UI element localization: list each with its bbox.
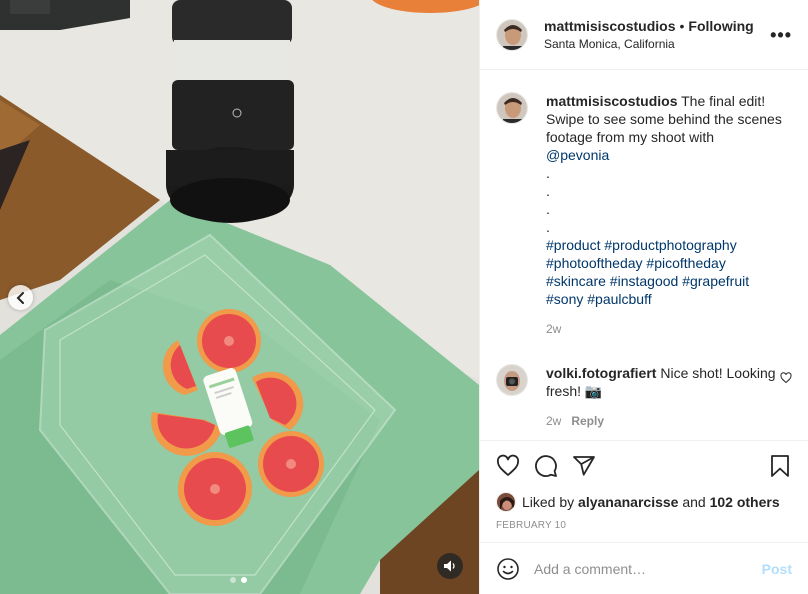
share-button[interactable] [572,454,596,478]
post-photo [0,0,479,594]
post-header-text: mattmisiscostudios • Following Santa Monic… [544,17,768,53]
caption-hashtags: #product #productphotography #photoofthe… [546,236,792,308]
comment-bubble-icon [535,454,557,477]
likes-others-link[interactable]: 102 others [710,494,780,510]
post-media[interactable] [0,0,479,594]
add-comment-bar: Post [480,542,808,594]
comment-meta: 2w Reply [546,412,780,430]
post-location[interactable]: Santa Monica, California [544,35,768,53]
caption-time[interactable]: 2w [546,320,561,338]
likes-middle: and [682,494,706,510]
liker-avatar[interactable] [496,492,516,512]
comment-time[interactable]: 2w [546,412,561,430]
carousel-dot-active [241,577,247,583]
carousel-prev-button[interactable] [8,285,33,310]
liker-username[interactable]: alyananarcisse [578,494,678,510]
reply-button[interactable]: Reply [571,412,604,430]
emoji-smile-icon [497,557,519,580]
bullet-separator: • [679,17,685,34]
avatar-image [497,19,527,50]
emoji-button[interactable] [496,557,520,581]
carousel-dot [230,577,236,583]
hashtag-line[interactable]: #sony #paulcbuff [546,290,792,308]
speaker-icon [444,560,455,572]
post-details-panel: mattmisiscostudios • Following Santa Monic… [479,0,808,594]
likes-summary: Liked by alyananarcisse and 102 others [480,490,808,514]
avatar-image [497,493,515,511]
carousel-indicator [230,577,247,583]
comments-section: mattmisiscostudios The final edit! Swipe… [480,70,808,440]
post-comment-button[interactable]: Post [762,561,792,577]
caption: mattmisiscostudios The final edit! Swipe… [496,92,792,338]
caption-dot: . [546,183,550,199]
caption-body: mattmisiscostudios The final edit! Swipe… [546,92,792,338]
likes-prefix: Liked by [522,494,575,510]
comment-input[interactable] [534,560,762,577]
comment-text-block: volki.fotografiert Nice shot! Looking fr… [546,364,780,400]
action-bar [480,440,808,490]
comment-like-icon[interactable] [780,372,792,384]
post-header: mattmisiscostudios • Following Santa Monic… [480,0,808,70]
instagram-post-view: mattmisiscostudios • Following Santa Monic… [0,0,808,594]
header-line: mattmisiscostudios • Following [544,17,768,35]
caption-dot: . [546,219,550,235]
avatar-image [497,365,527,395]
audio-toggle-button[interactable] [437,553,463,579]
like-button[interactable] [496,454,520,478]
caption-dot: . [546,201,550,217]
author-avatar[interactable] [496,18,528,51]
hashtag-line[interactable]: #photooftheday #picoftheday [546,254,792,272]
chevron-left-icon [16,291,24,304]
bookmark-icon [771,454,789,477]
commenter-username[interactable]: volki.fotografiert [546,365,656,381]
paper-plane-icon [573,455,595,476]
caption-mention[interactable]: @pevonia [546,147,609,163]
caption-author-avatar[interactable] [496,92,528,124]
more-options-button[interactable]: ••• [768,26,792,44]
save-button[interactable] [768,454,792,478]
hashtag-line[interactable]: #skincare #instagood #grapefruit [546,272,792,290]
caption-username[interactable]: mattmisiscostudios [546,93,677,109]
commenter-avatar[interactable] [496,364,528,396]
avatar-image [497,93,527,123]
caption-dot: . [546,165,550,181]
post-date[interactable]: FEBRUARY 10 [480,514,808,542]
comment-button[interactable] [534,454,558,478]
caption-text-block: mattmisiscostudios The final edit! Swipe… [546,92,792,164]
author-username[interactable]: mattmisiscostudios [544,18,675,34]
caption-meta: 2w [546,320,792,338]
comment-item: volki.fotografiert Nice shot! Looking fr… [496,364,792,430]
heart-icon [496,454,520,476]
following-button[interactable]: Following [688,18,753,34]
comment-body: volki.fotografiert Nice shot! Looking fr… [546,364,780,430]
hashtag-line[interactable]: #product #productphotography [546,236,792,254]
